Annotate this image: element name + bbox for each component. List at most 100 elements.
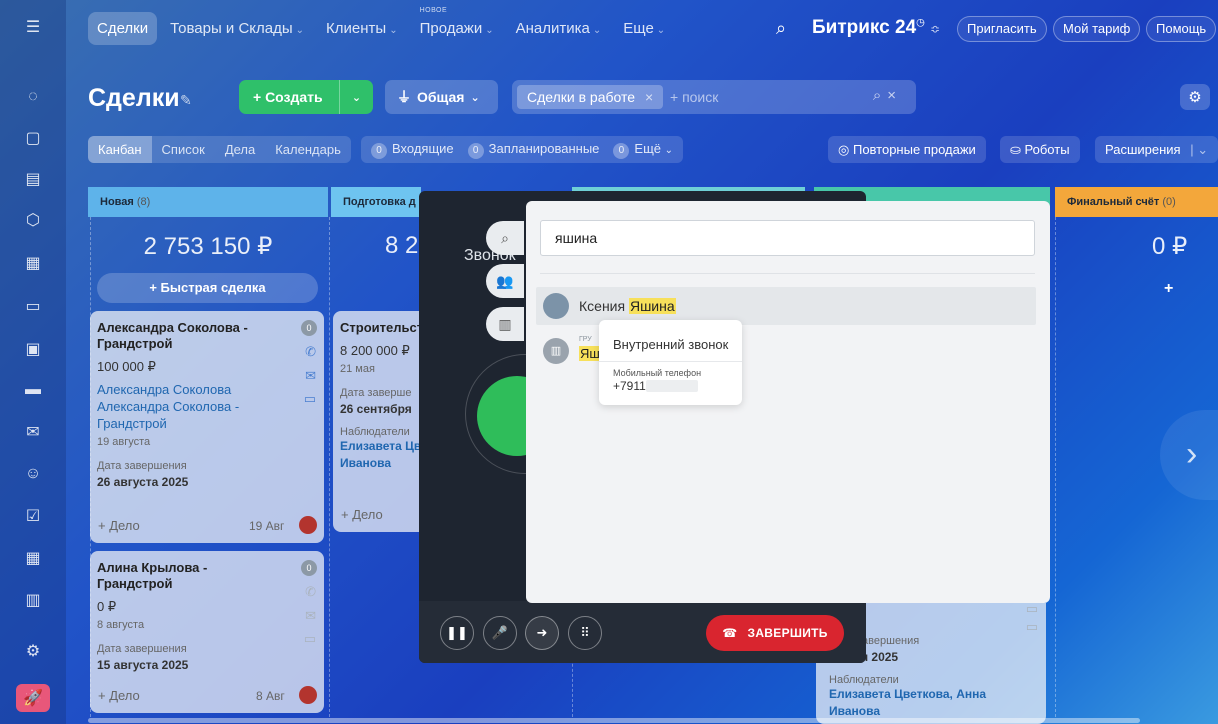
tab-list[interactable]: Список bbox=[152, 136, 215, 163]
search-icon[interactable]: ⌕ bbox=[776, 18, 786, 39]
feed-icon[interactable]: ▢ bbox=[22, 127, 44, 149]
chevron-down-icon[interactable]: | ⌄ bbox=[1190, 142, 1208, 157]
mail-icon[interactable]: ✉ bbox=[22, 421, 44, 443]
column-header-final[interactable]: Финальный счёт (0) bbox=[1055, 187, 1218, 217]
chat-icon[interactable]: ▭ bbox=[304, 631, 316, 647]
quick-deal-button[interactable]: + Быстрая сделка bbox=[97, 273, 318, 303]
users-tab-icon[interactable]: 👥 bbox=[486, 264, 524, 298]
filter-search-box[interactable]: Сделки в работе × + поиск ⌕× bbox=[512, 80, 916, 114]
counter-label: Запланированные bbox=[488, 140, 600, 156]
nav-sales[interactable]: НОВОЕ Продажи ⌄ bbox=[411, 7, 503, 45]
search-input[interactable]: + поиск bbox=[670, 89, 718, 105]
chat-icon[interactable]: ◌ bbox=[22, 86, 44, 108]
horizontal-scrollbar[interactable] bbox=[88, 718, 1140, 723]
deal-card[interactable]: Строительст 8 200 000 ₽ 21 мая Дата заве… bbox=[333, 311, 433, 532]
calendar-icon[interactable]: ▦ bbox=[22, 252, 44, 274]
store-icon[interactable]: ▬ bbox=[22, 379, 44, 401]
counter-planned[interactable]: 0 Запланированные bbox=[467, 140, 600, 159]
transfer-search-input[interactable]: яшина bbox=[540, 220, 1035, 256]
mail-icon[interactable]: ▭ bbox=[1026, 603, 1038, 617]
menu-icon[interactable]: ☰ bbox=[22, 16, 44, 38]
keypad-icon[interactable]: ⠿ bbox=[568, 616, 602, 650]
deal-card[interactable]: Алина Крылова - Грандстрой 0 ✆ ✉ ▭ 0 ₽ 8… bbox=[90, 551, 324, 713]
nav-more[interactable]: Еще ⌄ bbox=[614, 12, 674, 45]
avatar[interactable] bbox=[299, 516, 317, 534]
nav-analytics[interactable]: Аналитика ⌄ bbox=[507, 12, 611, 45]
crm-icon[interactable]: ⬡ bbox=[22, 209, 44, 231]
timetable-icon[interactable]: ▦ bbox=[22, 547, 44, 569]
settings-icon[interactable]: ⚙ bbox=[22, 640, 44, 662]
mobile-phone-option[interactable]: +7911 bbox=[613, 379, 646, 393]
help-button[interactable]: Помощь bbox=[1146, 16, 1217, 42]
add-activity-link[interactable]: + Дело bbox=[98, 518, 140, 533]
pin-icon[interactable]: ✎ bbox=[180, 92, 192, 109]
close-icon[interactable]: × bbox=[645, 89, 653, 105]
deal-title[interactable]: Александра Соколова - Грандстрой bbox=[97, 320, 277, 352]
chat-icon[interactable]: ▭ bbox=[304, 391, 316, 407]
create-button[interactable]: + Создать ⌄ bbox=[239, 80, 373, 114]
deal-title[interactable]: Алина Крылова - Грандстрой bbox=[97, 560, 277, 592]
tasks-icon[interactable]: ▤ bbox=[22, 168, 44, 190]
observers[interactable]: Елизавета Цв Иванова bbox=[340, 438, 426, 472]
rocket-icon[interactable]: 🚀 bbox=[16, 684, 50, 712]
avatar[interactable] bbox=[299, 686, 317, 704]
contacts-icon[interactable]: ☺ bbox=[22, 463, 44, 485]
add-activity-link[interactable]: + Дело bbox=[341, 507, 383, 522]
repeat-sales-button[interactable]: ◎ Повторные продажи bbox=[828, 136, 986, 163]
sliders-icon: ≎ bbox=[930, 22, 941, 36]
mail-icon[interactable]: ✉ bbox=[305, 368, 316, 384]
tariff-button[interactable]: Мой тариф bbox=[1053, 16, 1141, 42]
clock-icon: ◷ bbox=[916, 17, 925, 29]
building-icon[interactable]: ▥ bbox=[22, 589, 44, 611]
robots-button[interactable]: ⛀ Роботы bbox=[1000, 136, 1080, 163]
search-tab-icon[interactable]: ⌕ bbox=[486, 221, 524, 255]
deal-contact[interactable]: Александра Соколова bbox=[97, 381, 317, 398]
nav-goods-label: Товары и Склады bbox=[170, 20, 293, 37]
nav-clients[interactable]: Клиенты ⌄ bbox=[317, 12, 407, 45]
nav-goods[interactable]: Товары и Склады ⌄ bbox=[161, 12, 313, 45]
end-call-button[interactable]: ☎ ЗАВЕРШИТЬ bbox=[706, 615, 844, 651]
column-header-new[interactable]: Новая (8) bbox=[88, 187, 328, 217]
gear-icon[interactable]: ⚙ bbox=[1180, 84, 1210, 110]
column-sum-final: 0 ₽ bbox=[1152, 233, 1188, 260]
phone-icon[interactable]: ✆ bbox=[305, 344, 316, 360]
end-call-label: ЗАВЕРШИТЬ bbox=[747, 626, 828, 640]
column-header-prep[interactable]: Подготовка д bbox=[331, 187, 421, 217]
docs-icon[interactable]: ▭ bbox=[22, 295, 44, 317]
counter-more[interactable]: 0 Ещё ⌄ bbox=[613, 141, 673, 159]
extensions-button[interactable]: Расширения | ⌄ bbox=[1095, 136, 1218, 163]
sites-icon[interactable]: ▣ bbox=[22, 338, 44, 360]
internal-call-option[interactable]: Внутренний звонок bbox=[613, 337, 728, 352]
nav-deals[interactable]: Сделки bbox=[88, 12, 158, 45]
pipeline-select[interactable]: ⏚ Общая ⌄ bbox=[385, 80, 498, 114]
search-icon[interactable]: ⌕× bbox=[873, 87, 902, 104]
add-deal-final[interactable]: + bbox=[1164, 280, 1173, 298]
chat-icon[interactable]: ▭ bbox=[1026, 619, 1038, 635]
brand-logo[interactable]: Битрикс 24◷ ≎ bbox=[812, 17, 940, 39]
tab-activities[interactable]: Дела bbox=[215, 136, 265, 163]
deal-sum: 100 000 ₽ bbox=[97, 359, 156, 374]
checklist-icon[interactable]: ☑ bbox=[22, 505, 44, 527]
crm-tab-icon[interactable]: ▥ bbox=[486, 307, 524, 341]
result-first-name: Ксения bbox=[579, 298, 626, 314]
invite-button[interactable]: Пригласить bbox=[957, 16, 1047, 42]
microphone-icon[interactable]: 🎤 bbox=[483, 616, 517, 650]
deal-card[interactable]: Александра Соколова - Грандстрой 0 ✆ ✉ ▭… bbox=[90, 311, 324, 543]
add-activity-link[interactable]: + Дело bbox=[98, 688, 140, 703]
divider bbox=[599, 361, 742, 362]
pause-icon[interactable]: ❚❚ bbox=[440, 616, 474, 650]
tab-kanban[interactable]: Канбан bbox=[88, 136, 152, 163]
repeat-icon: ◎ bbox=[838, 142, 850, 157]
filter-chip[interactable]: Сделки в работе × bbox=[517, 85, 664, 109]
observers[interactable]: Елизавета Цветкова, Анна Иванова bbox=[823, 686, 1023, 720]
phone-icon[interactable]: ✆ bbox=[305, 584, 316, 600]
mail-icon[interactable]: ✉ bbox=[305, 608, 316, 624]
left-rail: ☰ ◌ ▢ ▤ ⬡ ▦ ▭ ▣ ▬ ✉ ☺ ☑ ▦ ▥ ⚙ 🚀 bbox=[0, 0, 66, 724]
end-date-label: Дата заверше bbox=[340, 387, 412, 399]
deal-company[interactable]: Александра Соколова - Грандстрой bbox=[97, 398, 267, 432]
tab-calendar[interactable]: Календарь bbox=[265, 136, 351, 163]
chevron-down-icon[interactable]: ⌄ bbox=[339, 80, 373, 114]
counter-incoming[interactable]: 0 Входящие bbox=[371, 141, 454, 159]
transfer-icon[interactable]: ➜ bbox=[525, 616, 559, 650]
scroll-right-arrow[interactable]: › bbox=[1160, 410, 1218, 500]
